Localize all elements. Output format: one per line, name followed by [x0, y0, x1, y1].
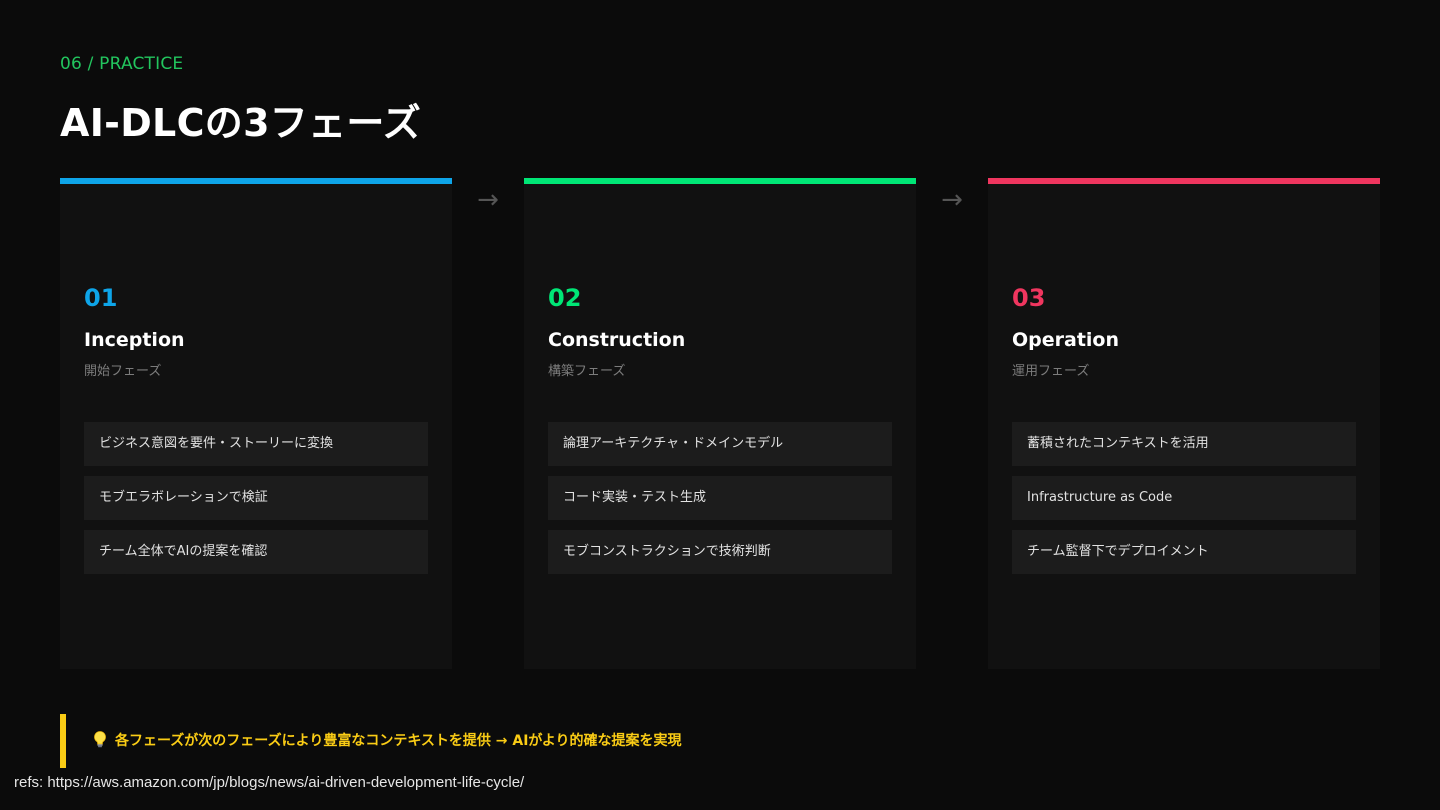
phase-number: 02: [548, 284, 582, 312]
phase-item: モブコンストラクションで技術判断: [548, 530, 892, 574]
phase-accent-bar: [60, 178, 452, 184]
phase-card-operation: 03 Operation 運用フェーズ 蓄積されたコンテキストを活用 Infra…: [988, 178, 1380, 669]
phase-item: Infrastructure as Code: [1012, 476, 1356, 520]
callout-accent-bar: [60, 714, 66, 768]
phase-accent-bar: [524, 178, 916, 184]
phase-item-list: 論理アーキテクチャ・ドメインモデル コード実装・テスト生成 モブコンストラクショ…: [548, 422, 892, 584]
arrow-right-icon: →: [477, 185, 499, 215]
phase-item: モブエラボレーションで検証: [84, 476, 428, 520]
phase-number: 01: [84, 284, 118, 312]
phase-item: ビジネス意図を要件・ストーリーに変換: [84, 422, 428, 466]
phase-item: 論理アーキテクチャ・ドメインモデル: [548, 422, 892, 466]
phase-item: コード実装・テスト生成: [548, 476, 892, 520]
eyebrow-label: 06 / PRACTICE: [60, 54, 184, 74]
phase-number: 03: [1012, 284, 1046, 312]
callout-content: 各フェーズが次のフェーズにより豊富なコンテキストを提供 → AIがより的確な提案…: [91, 714, 681, 768]
phase-subtitle: 開始フェーズ: [84, 364, 162, 379]
phase-subtitle: 運用フェーズ: [1012, 364, 1090, 379]
lightbulb-icon: [94, 731, 106, 748]
phase-item: チーム監督下でデプロイメント: [1012, 530, 1356, 574]
callout-text: 各フェーズが次のフェーズにより豊富なコンテキストを提供 → AIがより的確な提案…: [115, 733, 682, 749]
page-title: AI-DLCの3フェーズ: [60, 101, 422, 145]
phase-subtitle: 構築フェーズ: [548, 364, 626, 379]
phase-card-inception: 01 Inception 開始フェーズ ビジネス意図を要件・ストーリーに変換 モ…: [60, 178, 452, 669]
references-text: refs: https://aws.amazon.com/jp/blogs/ne…: [14, 774, 525, 791]
phase-item: チーム全体でAIの提案を確認: [84, 530, 428, 574]
phase-item: 蓄積されたコンテキストを活用: [1012, 422, 1356, 466]
phase-name: Inception: [84, 329, 185, 351]
callout-box: 各フェーズが次のフェーズにより豊富なコンテキストを提供 → AIがより的確な提案…: [60, 714, 960, 768]
phase-name: Operation: [1012, 329, 1120, 351]
phase-card-construction: 02 Construction 構築フェーズ 論理アーキテクチャ・ドメインモデル…: [524, 178, 916, 669]
phase-item-list: ビジネス意図を要件・ストーリーに変換 モブエラボレーションで検証 チーム全体でA…: [84, 422, 428, 584]
arrow-right-icon: →: [941, 185, 963, 215]
phase-item-list: 蓄積されたコンテキストを活用 Infrastructure as Code チー…: [1012, 422, 1356, 584]
phase-accent-bar: [988, 178, 1380, 184]
phase-name: Construction: [548, 329, 686, 351]
